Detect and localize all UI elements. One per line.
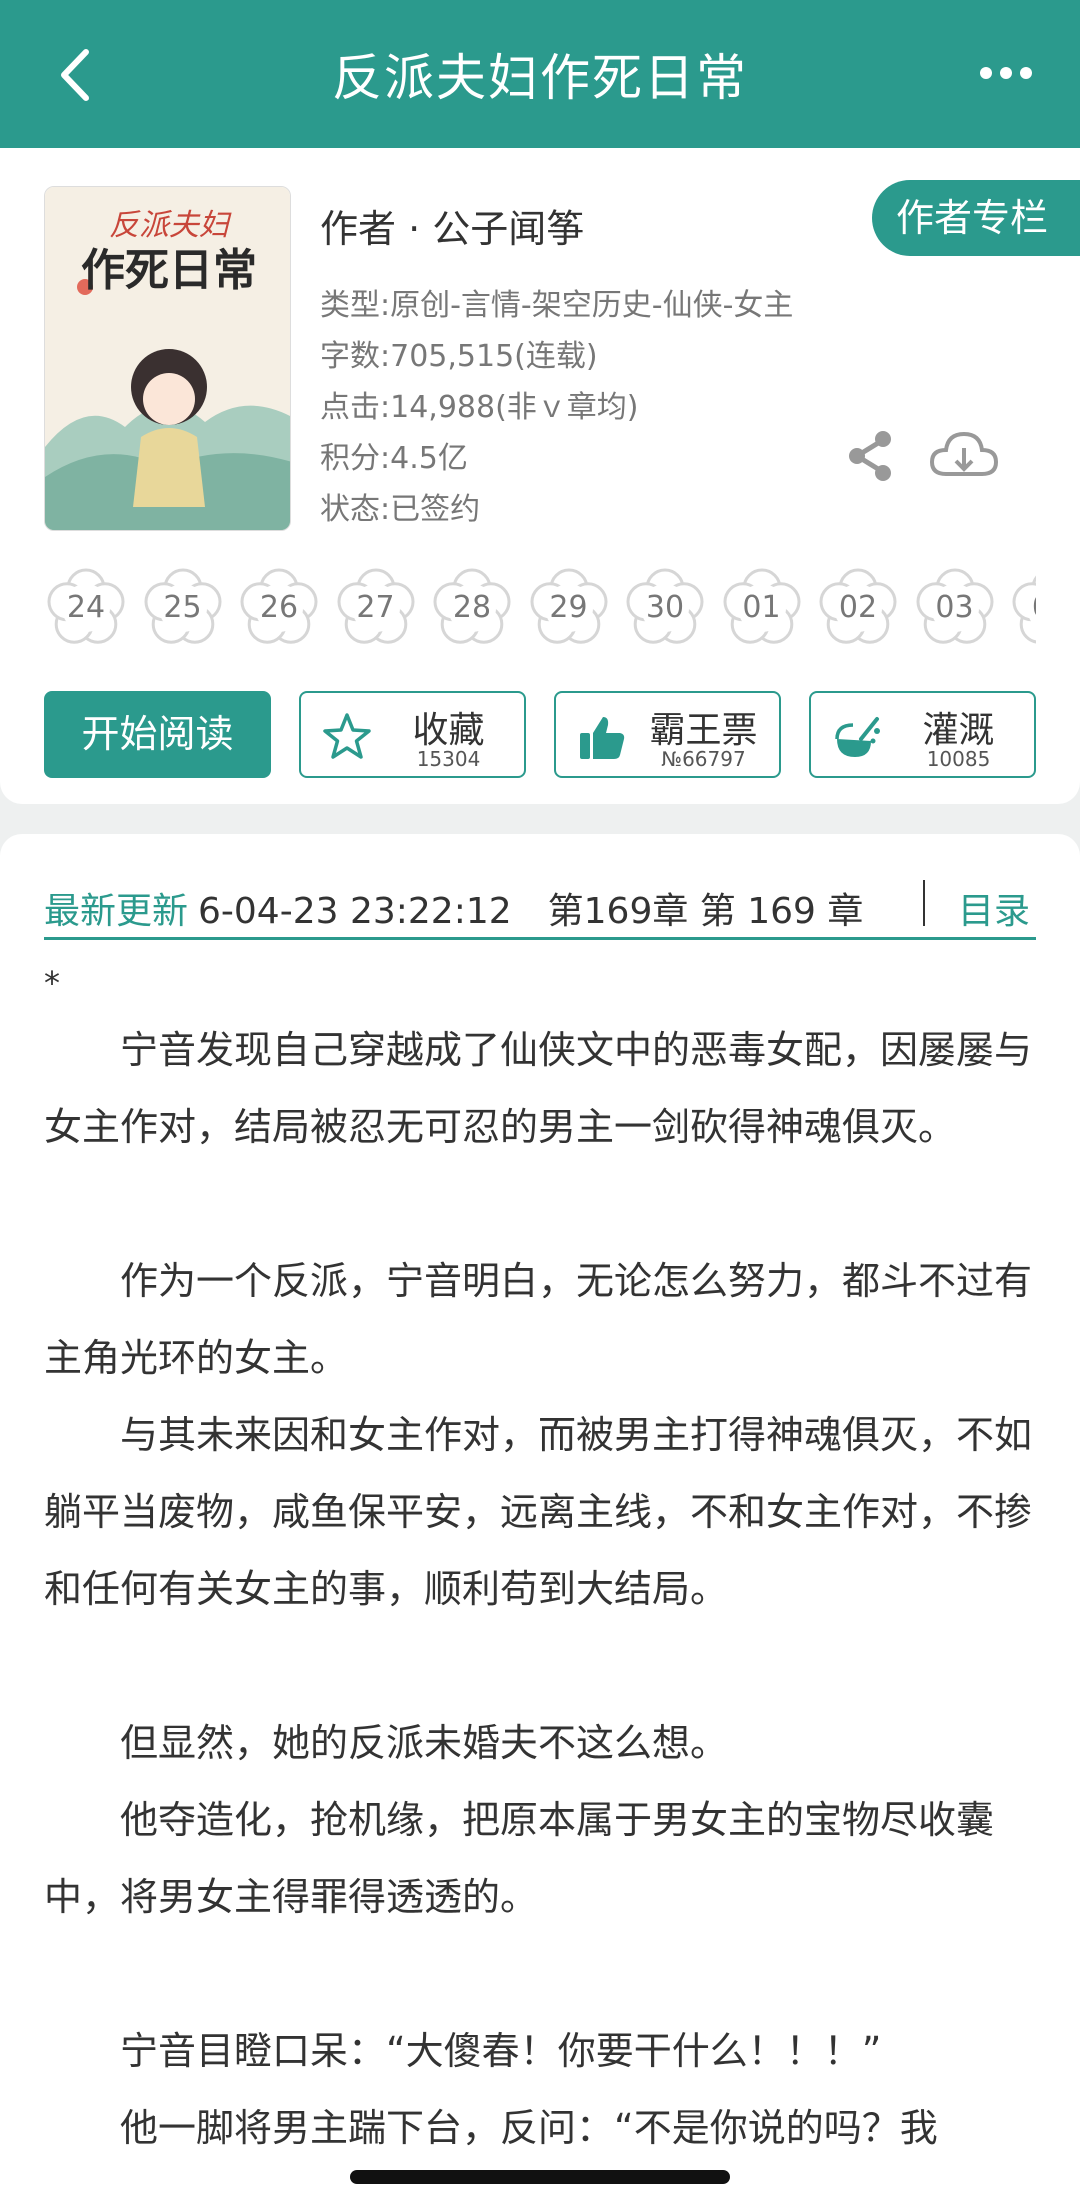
nutrient-count: 10085: [926, 747, 991, 771]
intro-paragraph: [44, 1628, 1036, 1705]
star-icon: [323, 713, 371, 759]
flower-date-label: 03: [935, 590, 974, 625]
flower-date-label: 01: [742, 590, 781, 625]
nutrient-button[interactable]: 灌溉 10085: [809, 691, 1036, 778]
date-flower[interactable]: 29: [527, 566, 611, 650]
top-bar: 反派夫妇作死日常: [0, 0, 1080, 148]
date-flower[interactable]: 28: [430, 566, 514, 650]
intro-paragraph: [44, 1936, 1036, 2013]
date-flower[interactable]: 02: [816, 566, 900, 650]
latest-update-label: 最新更新: [44, 891, 189, 932]
table-of-contents-link[interactable]: 目录: [958, 882, 1030, 934]
flower-date-label: 30: [645, 590, 685, 625]
flower-date-label: 28: [452, 590, 492, 625]
flower-date-label: 27: [356, 590, 395, 625]
intro-paragraph: 与其未来因和女主作对，而被男主打得神魂俱灭，不如躺平当废物，咸鱼保平安，远离主线…: [44, 1413, 1033, 1611]
home-indicator[interactable]: [350, 2170, 730, 2184]
flower-date-label: 04: [1009, 590, 1036, 625]
intro-asterisk: *: [44, 964, 60, 1002]
date-flower[interactable]: 25: [141, 566, 225, 650]
author-column-button[interactable]: 作者专栏: [872, 180, 1080, 256]
date-flower[interactable]: 24: [44, 566, 128, 650]
intro-paragraph: 宁音目瞪口呆：“大傻春！你要干什么！！！”: [120, 2029, 882, 2073]
favorite-label: 收藏: [412, 710, 485, 751]
cover-title-main: 作死日常: [81, 245, 257, 296]
latest-update-row[interactable]: 最新更新 6-04-23 23:22:12 第169章 第 169 章 目录: [44, 864, 1036, 940]
share-icon[interactable]: [843, 426, 897, 486]
date-flower[interactable]: 27: [334, 566, 418, 650]
overlord-ticket-count: №66797: [661, 747, 746, 771]
favorite-button[interactable]: 收藏 15304: [299, 691, 526, 778]
date-flower-row: 24 25 26 27 28 29 30 01 02 03 04: [44, 566, 1036, 656]
date-flower[interactable]: 03: [913, 566, 997, 650]
book-meta: 类型:原创-言情-架空历史-仙侠-女主 字数:705,515(连载) 点击:14…: [320, 280, 793, 535]
book-clicks: 点击:14,988(非ｖ章均): [320, 390, 639, 425]
intro-paragraph: 他一脚将男主踹下台，反问：“不是你说的吗？我: [120, 2106, 938, 2150]
intro-paragraph: 宁音发现自己穿越成了仙侠文中的恶毒女配，因屡屡与女主作对，结局被忍无可忍的男主一…: [44, 1028, 1033, 1149]
intro-paragraph: 但显然，她的反派未婚夫不这么想。: [120, 1721, 729, 1765]
flower-date-label: 24: [66, 590, 106, 625]
start-reading-button[interactable]: 开始阅读: [44, 691, 271, 778]
flower-date-label: 29: [549, 590, 588, 625]
overlord-ticket-button[interactable]: 霸王票 №66797: [554, 691, 781, 778]
book-status: 状态:已签约: [320, 492, 481, 527]
thumbs-up-icon: [580, 717, 625, 759]
date-flower[interactable]: 30: [623, 566, 707, 650]
flower-date-label: 26: [259, 590, 299, 625]
content-panel: 最新更新 6-04-23 23:22:12 第169章 第 169 章 目录 *…: [0, 834, 1080, 2208]
book-info-card: 反派夫妇 作死日常 作者 · 公子闻筝 作者专栏 类型:原创-言情-架空历史-仙…: [0, 148, 1080, 804]
watering-flask-icon: [835, 717, 880, 757]
date-flower[interactable]: 26: [237, 566, 321, 650]
author-name[interactable]: 作者 · 公子闻筝: [320, 198, 584, 253]
page-title: 反派夫妇作死日常: [332, 49, 748, 107]
date-flower[interactable]: 01: [720, 566, 804, 650]
flower-date-label: 25: [163, 590, 202, 625]
book-score: 积分:4.5亿: [320, 441, 468, 476]
intro-paragraph: [44, 1166, 1036, 1243]
intro-text: 宁音发现自己穿越成了仙侠文中的恶毒女配，因屡屡与女主作对，结局被忍无可忍的男主一…: [44, 1012, 1036, 2167]
cover-title-top: 反派夫妇: [109, 208, 232, 243]
intro-paragraph: 他夺造化，抢机缘，把原本属于男女主的宝物尽收囊中，将男女主得罪得透透的。: [44, 1798, 995, 1919]
intro-paragraph: 作为一个反派，宁音明白，无论怎么努力，都斗不过有主角光环的女主。: [44, 1259, 1033, 1380]
book-word-count: 字数:705,515(连载): [320, 339, 598, 374]
date-flower[interactable]: 04: [1009, 566, 1036, 650]
divider-line: [44, 937, 1036, 940]
overlord-ticket-label: 霸王票: [649, 710, 758, 751]
latest-update-text[interactable]: 6-04-23 23:22:12 第169章 第 169 章: [198, 882, 863, 934]
flower-date-label: 02: [838, 590, 878, 625]
more-icon[interactable]: [976, 58, 1036, 88]
book-cover[interactable]: 反派夫妇 作死日常: [44, 186, 291, 531]
nutrient-label: 灌溉: [922, 710, 995, 751]
book-type: 类型:原创-言情-架空历史-仙侠-女主: [320, 288, 794, 323]
favorite-count: 15304: [416, 747, 481, 771]
download-icon[interactable]: [928, 426, 1000, 486]
divider: [923, 880, 925, 926]
